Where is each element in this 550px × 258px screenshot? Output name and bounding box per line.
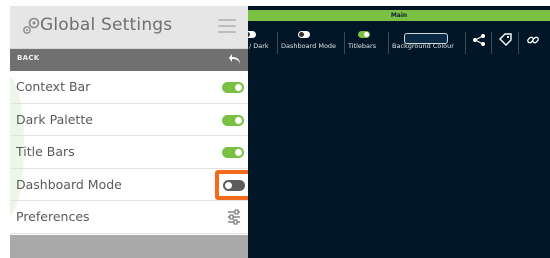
dashboard-mode-toolbar-toggle[interactable] [298, 31, 310, 38]
share-icon[interactable] [472, 33, 486, 47]
setting-row-dashboard-mode[interactable]: Dashboard Mode [10, 169, 248, 201]
toolbar-separator [465, 32, 466, 54]
setting-row-dark-palette[interactable]: Dark Palette [10, 104, 248, 136]
dark-toggle[interactable] [248, 31, 256, 38]
global-settings-panel: Global Settings BACK Context Bar Dark Pa… [10, 6, 248, 258]
link-icon[interactable] [526, 33, 540, 47]
panel-title: Global Settings [40, 15, 173, 35]
setting-label: Dark Palette [16, 111, 93, 127]
setting-row-preferences[interactable]: Preferences [10, 201, 248, 234]
setting-row-context-bar[interactable]: Context Bar [10, 71, 248, 104]
dark-palette-toggle[interactable] [222, 114, 244, 126]
background-colour-label: Background Colour [392, 42, 454, 50]
dashboard-title: Main [390, 12, 408, 19]
toolbar-separator [491, 32, 492, 54]
dashboard-title-bar: Main [248, 10, 550, 21]
toolbar-separator [344, 32, 345, 54]
setting-row-title-bars[interactable]: Title Bars [10, 136, 248, 169]
toolbar-separator [518, 32, 519, 54]
setting-label: Title Bars [16, 144, 75, 159]
toolbar-separator [277, 32, 278, 54]
panel-header: Global Settings [10, 6, 248, 49]
back-label: BACK [17, 54, 40, 62]
title-bars-toggle[interactable] [222, 147, 244, 158]
back-arrow-icon[interactable] [228, 53, 242, 65]
dark-label: / Dark [249, 42, 269, 50]
settings-list: Context Bar Dark Palette Title Bars Dash… [10, 71, 248, 234]
setting-label: Dashboard Mode [16, 176, 122, 192]
dashboard-mode-label: Dashboard Mode [281, 42, 337, 50]
highlight-box [215, 169, 248, 200]
titlebars-label: Titlebars [348, 42, 377, 50]
context-bar-toggle[interactable] [222, 82, 244, 93]
panel-footer [10, 235, 248, 258]
dashboard-area: Main / Dark Dashboard Mode Titlebars Bac… [248, 6, 550, 258]
hamburger-icon[interactable] [218, 19, 236, 33]
back-bar[interactable]: BACK [10, 49, 248, 71]
tag-icon[interactable] [498, 33, 512, 47]
context-toolbar: / Dark Dashboard Mode Titlebars Backgrou… [248, 28, 550, 58]
toolbar-separator [388, 32, 389, 54]
setting-label: Preferences [16, 209, 90, 224]
setting-label: Context Bar [16, 79, 91, 94]
gears-icon [23, 17, 40, 34]
titlebars-toggle[interactable] [358, 31, 370, 38]
dashboard-mode-toggle[interactable] [223, 179, 245, 191]
sliders-icon[interactable] [226, 209, 242, 225]
